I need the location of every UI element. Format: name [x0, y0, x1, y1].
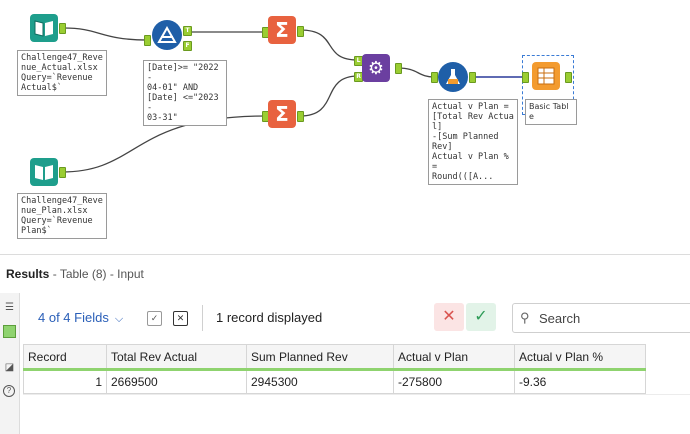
- column-header[interactable]: Record: [23, 344, 107, 371]
- results-toolbar: 4 of 4 Fields ⌵ ✓ ✕ 1 record displayed ✕ …: [20, 293, 690, 343]
- table-header-row: Record Total Rev Actual Sum Planned Rev …: [23, 344, 646, 371]
- record-count: 1 record displayed: [216, 310, 323, 325]
- output-anchor[interactable]: [59, 23, 66, 34]
- table-view-icon[interactable]: [3, 325, 16, 338]
- basic-table-tool[interactable]: [532, 62, 560, 90]
- output-anchor[interactable]: [59, 167, 66, 178]
- output-anchor[interactable]: [469, 72, 476, 83]
- tool-annotation-input-actual: Challenge47_Reve nue_Actual.xlsx Query=`…: [17, 50, 107, 96]
- true-anchor[interactable]: T: [183, 26, 192, 36]
- close-icon: ✕: [442, 308, 456, 325]
- input-anchor[interactable]: [144, 35, 151, 46]
- summarize-tool-plan[interactable]: Σ: [268, 100, 296, 128]
- clear-filter-icon[interactable]: ✕: [173, 311, 188, 326]
- table-icon: [537, 67, 555, 85]
- flask-icon: [446, 69, 460, 84]
- output-anchor[interactable]: [297, 111, 304, 122]
- toolbar-divider: [202, 305, 203, 331]
- results-table: Record Total Rev Actual Sum Planned Rev …: [23, 344, 646, 394]
- help-icon[interactable]: ?: [3, 385, 15, 397]
- search-icon: ⚲: [520, 310, 530, 325]
- join-tool[interactable]: ⚙: [362, 54, 390, 82]
- input-anchor[interactable]: [431, 72, 438, 83]
- book-input-icon: [35, 165, 53, 180]
- input-data-tool-plan[interactable]: [30, 158, 58, 186]
- tool-annotation-table: Basic Table: [525, 99, 577, 125]
- fields-selector[interactable]: 4 of 4 Fields ⌵: [38, 310, 123, 326]
- table-cell[interactable]: -275800: [393, 369, 515, 394]
- column-header[interactable]: Actual v Plan %: [514, 344, 646, 371]
- table-row[interactable]: 1 2669500 2945300 -275800 -9.36: [23, 369, 646, 394]
- input-anchor[interactable]: [522, 72, 529, 83]
- fields-selector-label: 4 of 4 Fields: [38, 310, 109, 325]
- tag-icon[interactable]: ◪: [3, 361, 16, 374]
- table-bottom-divider: [23, 394, 690, 395]
- filter-tool[interactable]: [152, 20, 182, 50]
- results-header: Results - Table (8) - Input: [0, 254, 690, 294]
- join-output-anchor[interactable]: [395, 63, 402, 74]
- summarize-tool-actual[interactable]: Σ: [268, 16, 296, 44]
- sigma-icon: Σ: [275, 102, 289, 126]
- apply-button[interactable]: ✓: [466, 303, 496, 331]
- output-anchor[interactable]: [565, 72, 572, 83]
- search-input[interactable]: ⚲ Search: [512, 303, 690, 333]
- input-data-tool-actual[interactable]: [30, 14, 58, 42]
- results-side-toolbar: ☰ ◪ ?: [0, 293, 20, 434]
- workflow-canvas[interactable]: Challenge47_Reve nue_Actual.xlsx Query=`…: [0, 0, 690, 254]
- formula-tool[interactable]: [438, 62, 468, 92]
- book-input-icon: [34, 20, 53, 37]
- tool-annotation-formula: Actual v Plan = [Total Rev Actual] -[Sum…: [428, 99, 518, 185]
- results-title: Results - Table (8) - Input: [6, 267, 144, 281]
- cancel-button[interactable]: ✕: [434, 303, 464, 331]
- chevron-down-icon: ⌵: [114, 313, 124, 325]
- filter-icon: [157, 26, 177, 43]
- results-label: Results: [6, 267, 50, 281]
- table-cell[interactable]: -9.36: [514, 369, 646, 394]
- table-cell[interactable]: 2945300: [246, 369, 394, 394]
- gears-icon: ⚙: [367, 57, 385, 78]
- column-header[interactable]: Actual v Plan: [393, 344, 515, 371]
- sigma-icon: Σ: [275, 18, 289, 42]
- tool-annotation-input-plan: Challenge47_Reve nue_Plan.xlsx Query=`Re…: [17, 193, 107, 239]
- checkbox-icon[interactable]: ✓: [147, 311, 162, 326]
- column-header[interactable]: Sum Planned Rev: [246, 344, 394, 371]
- false-anchor[interactable]: F: [183, 41, 192, 51]
- results-subtitle: - Table (8) - Input: [52, 267, 144, 281]
- table-cell[interactable]: 1: [23, 369, 107, 394]
- checkmark-icon: ✓: [474, 308, 488, 325]
- tool-annotation-filter: [Date]>= "2022- 04-01" AND [Date] <="202…: [143, 60, 227, 126]
- search-placeholder: Search: [539, 311, 581, 326]
- table-cell[interactable]: 2669500: [106, 369, 247, 394]
- output-anchor[interactable]: [297, 26, 304, 37]
- column-header[interactable]: Total Rev Actual: [106, 344, 247, 371]
- list-view-icon[interactable]: ☰: [3, 301, 16, 314]
